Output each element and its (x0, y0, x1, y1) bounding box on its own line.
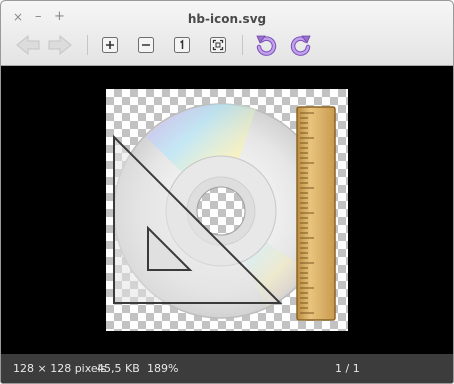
status-bar: 128 × 128 pixels 45,5 KB 189% 1 / 1 (1, 354, 453, 383)
back-button[interactable] (13, 33, 43, 57)
cd-ruler-triangle-artwork (113, 103, 336, 321)
zoom-fit-button[interactable] (208, 33, 228, 57)
zoom-original-button[interactable] (172, 33, 192, 57)
forward-button[interactable] (45, 33, 75, 57)
toolbar-separator (87, 35, 88, 55)
page-indicator: 1 / 1 (335, 362, 360, 375)
image-viewer-window: × – + hb-icon.svg 128 × 128 pixels 45,5 … (0, 0, 454, 384)
file-size: 45,5 KB (97, 362, 140, 375)
toolbar-separator (242, 35, 243, 55)
zoom-in-icon (102, 37, 118, 53)
header-bar: × – + hb-icon.svg (1, 1, 453, 66)
zoom-out-icon (138, 37, 154, 53)
arrow-left-icon (16, 34, 40, 56)
zoom-level: 189% (147, 362, 179, 375)
zoom-out-button[interactable] (136, 33, 156, 57)
rotate-left-button[interactable] (255, 33, 277, 57)
window-title: hb-icon.svg (187, 12, 267, 26)
arrow-right-icon (48, 34, 72, 56)
zoom-in-button[interactable] (100, 33, 120, 57)
zoom-original-icon (174, 37, 190, 53)
rotate-right-button[interactable] (290, 33, 312, 57)
zoom-fit-icon (210, 37, 226, 53)
image-dimensions: 128 × 128 pixels (13, 362, 107, 375)
rotate-right-icon (290, 35, 311, 56)
displayed-image (106, 89, 348, 331)
rotate-left-icon (256, 35, 277, 56)
image-canvas[interactable] (1, 66, 453, 354)
